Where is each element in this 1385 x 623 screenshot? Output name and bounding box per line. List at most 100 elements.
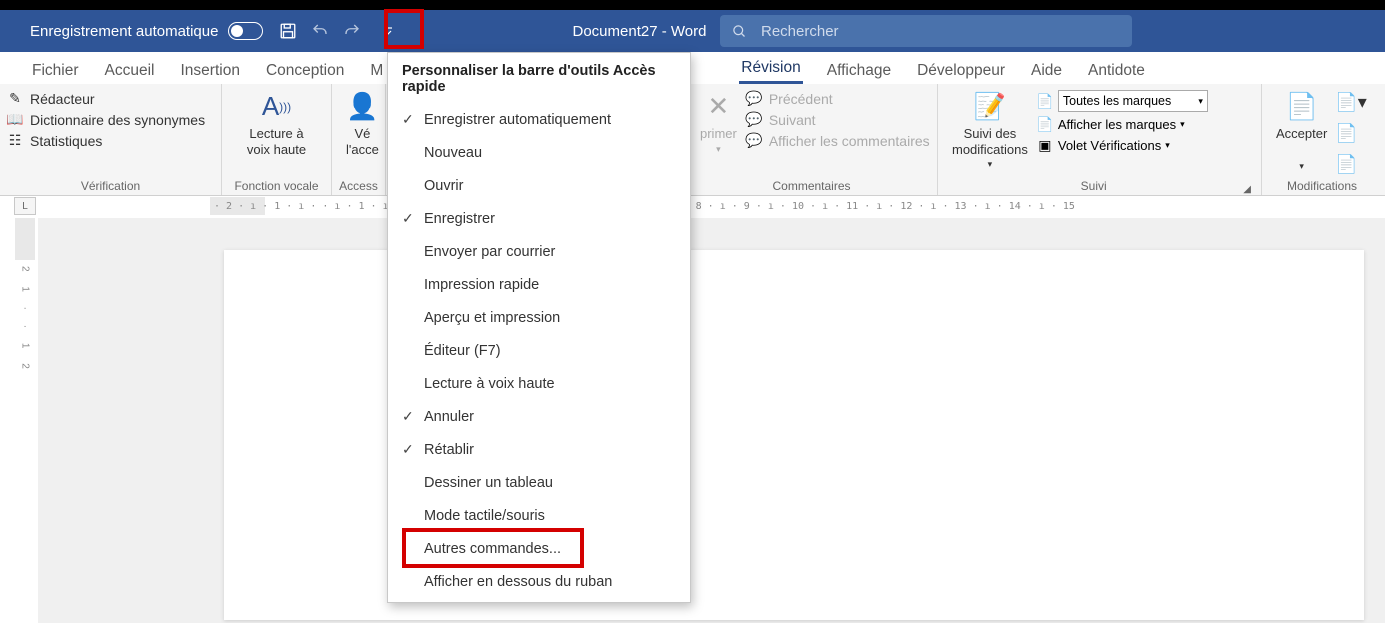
ribbon-tabs: Fichier Accueil Insertion Conception M R… (0, 52, 1385, 84)
pane-icon: ▣ (1036, 137, 1054, 154)
autosave-toggle[interactable]: Enregistrement automatique (0, 22, 263, 40)
document-area (38, 218, 1385, 623)
speaker-icon: A))) (262, 90, 291, 124)
search-icon (732, 24, 747, 39)
group-label-access: Access (338, 177, 379, 195)
group-label-commentaires: Commentaires (692, 177, 931, 195)
statistics-button[interactable]: ☷Statistiques (6, 132, 205, 149)
menu-item-label: Rétablir (424, 442, 474, 458)
group-label-vocale: Fonction vocale (228, 177, 325, 195)
read-aloud-button[interactable]: A))) Lecture à voix haute (239, 88, 314, 159)
tab-conception[interactable]: Conception (264, 58, 346, 84)
dropdown-title: Personnaliser la barre d'outils Accès ra… (388, 53, 690, 103)
tab-affichage[interactable]: Affichage (825, 58, 893, 84)
menu-item-label: Aperçu et impression (424, 310, 560, 326)
menu-item-label: Mode tactile/souris (424, 508, 545, 524)
book-icon: 📖 (6, 111, 24, 128)
menu-item-label: Dessiner un tableau (424, 475, 553, 491)
tab-fichier[interactable]: Fichier (30, 58, 81, 84)
check-icon: ✓ (402, 441, 424, 458)
accept-button[interactable]: 📄 Accepter▾ (1268, 88, 1335, 174)
menu-item-11[interactable]: Dessiner un tableau (388, 466, 690, 499)
menu-item-5[interactable]: Impression rapide (388, 268, 690, 301)
menu-item-0[interactable]: ✓Enregistrer automatiquement (388, 103, 690, 136)
check-icon: ✓ (402, 210, 424, 227)
customize-qat-menu: Personnaliser la barre d'outils Accès ra… (387, 52, 691, 603)
next-comment-button: 💬Suivant (745, 111, 930, 128)
show-comments-button: 💬Afficher les commentaires (745, 132, 930, 149)
menu-item-label: Annuler (424, 409, 474, 425)
menu-item-3[interactable]: ✓Enregistrer (388, 202, 690, 235)
reject-icon[interactable]: 📄▾ (1335, 92, 1366, 113)
tab-developpeur[interactable]: Développeur (915, 58, 1007, 84)
autosave-label: Enregistrement automatique (30, 23, 218, 40)
redo-icon[interactable] (339, 18, 365, 44)
document-title: Document27 - Word (573, 23, 707, 40)
menu-item-6[interactable]: Aperçu et impression (388, 301, 690, 334)
tab-accueil[interactable]: Accueil (103, 58, 157, 84)
check-icon: ✓ (402, 408, 424, 425)
stats-icon: ☷ (6, 132, 24, 149)
menu-item-label: Envoyer par courrier (424, 244, 555, 260)
menu-item-label: Lecture à voix haute (424, 376, 555, 392)
tab-insertion[interactable]: Insertion (178, 58, 241, 84)
accessibility-button[interactable]: 👤Vé l'acce (338, 88, 386, 159)
menu-item-label: Autres commandes... (424, 541, 561, 557)
reviewing-pane-button[interactable]: ▣Volet Vérifications ▾ (1036, 137, 1208, 154)
undo-icon[interactable] (307, 18, 333, 44)
prev-icon: 💬 (745, 90, 763, 107)
menu-item-label: Impression rapide (424, 277, 539, 293)
tab-antidote[interactable]: Antidote (1086, 58, 1147, 84)
menu-item-14[interactable]: Afficher en dessous du ruban (388, 565, 690, 598)
menu-item-label: Afficher en dessous du ruban (424, 574, 612, 590)
thesaurus-button[interactable]: 📖Dictionnaire des synonymes (6, 111, 205, 128)
ribbon: ✎Rédacteur 📖Dictionnaire des synonymes ☷… (0, 84, 1385, 196)
title-bar: Enregistrement automatique Document27 - … (0, 10, 1385, 52)
doc-icon: 📄 (1036, 116, 1054, 133)
group-label-verification: Vérification (6, 177, 215, 195)
redacteur-button[interactable]: ✎Rédacteur (6, 90, 205, 107)
menu-item-2[interactable]: Ouvrir (388, 169, 690, 202)
menu-item-10[interactable]: ✓Rétablir (388, 433, 690, 466)
menu-item-7[interactable]: Éditeur (F7) (388, 334, 690, 367)
menu-item-13[interactable]: Autres commandes... (388, 532, 690, 565)
accept-icon: 📄 (1285, 90, 1317, 124)
next-change-icon[interactable]: 📄 (1335, 154, 1366, 175)
tab-aide[interactable]: Aide (1029, 58, 1064, 84)
menu-item-label: Enregistrer automatiquement (424, 112, 611, 128)
track-changes-button[interactable]: 📝 Suivi des modifications▾ (944, 88, 1036, 172)
search-input[interactable]: Rechercher (720, 15, 1132, 47)
pen-icon: ✎ (6, 90, 24, 107)
customize-qat-button[interactable] (371, 11, 405, 51)
show-markup-button[interactable]: 📄Afficher les marques ▾ (1036, 116, 1208, 133)
dialog-launcher-icon[interactable]: ◢ (1243, 184, 1255, 195)
menu-item-8[interactable]: Lecture à voix haute (388, 367, 690, 400)
show-icon: 💬 (745, 132, 763, 149)
next-icon: 💬 (745, 111, 763, 128)
toggle-icon[interactable] (228, 22, 263, 40)
ruler-corner: L (14, 197, 36, 215)
vertical-ruler[interactable]: 2 1 · · 1 2 (15, 218, 35, 623)
menu-item-label: Nouveau (424, 145, 482, 161)
prev-comment-button: 💬Précédent (745, 90, 930, 107)
save-icon[interactable] (275, 18, 301, 44)
menu-item-4[interactable]: Envoyer par courrier (388, 235, 690, 268)
menu-item-label: Éditeur (F7) (424, 343, 501, 359)
menu-item-9[interactable]: ✓Annuler (388, 400, 690, 433)
group-label-suivi: Suivi (944, 177, 1243, 195)
prev-change-icon[interactable]: 📄 (1335, 123, 1366, 144)
menu-item-label: Ouvrir (424, 178, 463, 194)
menu-item-1[interactable]: Nouveau (388, 136, 690, 169)
tab-m[interactable]: M (368, 58, 385, 84)
group-label-modifications: Modifications (1268, 177, 1376, 195)
menu-item-12[interactable]: Mode tactile/souris (388, 499, 690, 532)
accessibility-icon: 👤 (346, 90, 378, 124)
search-placeholder: Rechercher (761, 23, 839, 40)
delete-comment-button[interactable]: ✕ primer▾ (692, 88, 745, 156)
markup-dropdown[interactable]: 📄Toutes les marques▾ (1036, 90, 1208, 112)
tab-revision[interactable]: Révision (739, 55, 802, 84)
quick-access-toolbar (275, 11, 405, 51)
track-icon: 📝 (974, 90, 1006, 124)
menu-item-label: Enregistrer (424, 211, 495, 227)
doc-icon: 📄 (1036, 93, 1054, 110)
